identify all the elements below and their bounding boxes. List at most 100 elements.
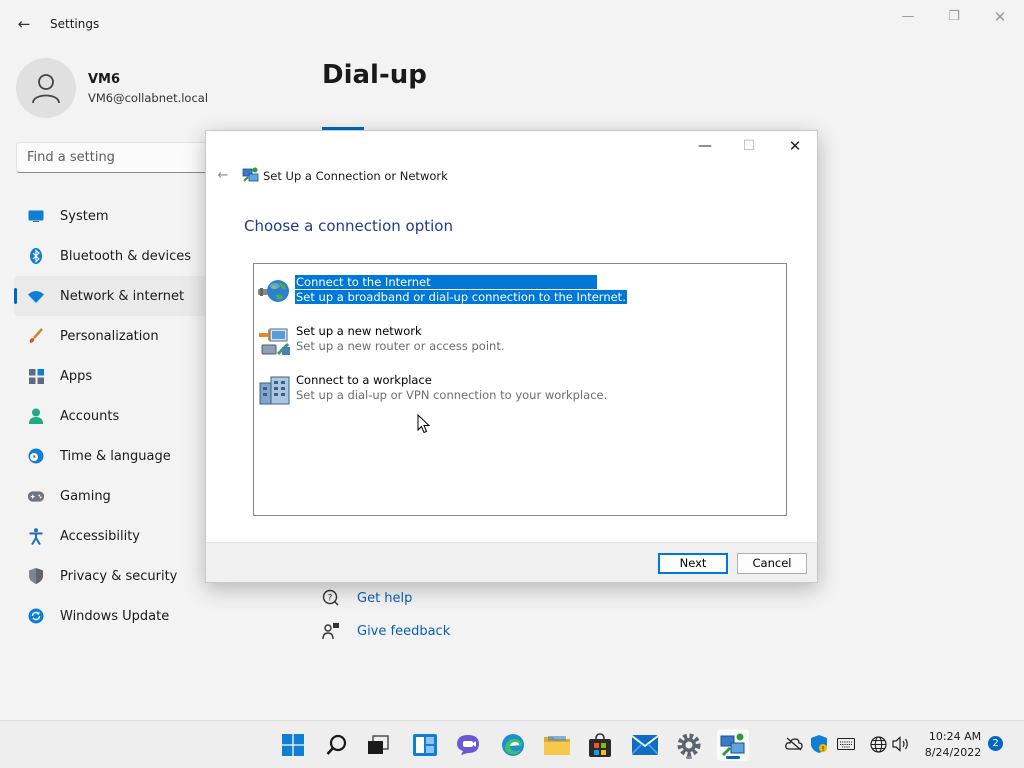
cancel-button[interactable]: Cancel — [737, 553, 807, 574]
mail-button[interactable] — [629, 729, 661, 761]
start-icon — [282, 734, 304, 756]
sidebar-item-label: Accessibility — [60, 528, 140, 544]
network-setup-taskbar-button[interactable] — [717, 729, 749, 761]
sidebar-item-windows-update[interactable]: Windows Update — [14, 596, 214, 636]
option-setup-network[interactable]: Set up a new network Set up a new router… — [258, 324, 778, 358]
minimize-button[interactable]: — — [890, 8, 926, 28]
svg-text:!: ! — [822, 745, 825, 753]
give-feedback-label: Give feedback — [357, 623, 451, 639]
get-help-link[interactable]: ? Get help — [322, 589, 412, 607]
chat-button[interactable] — [452, 729, 484, 761]
option-title: Set up a new network — [296, 324, 422, 338]
globe-network-icon — [258, 276, 292, 308]
sidebar-item-label: Network & internet — [60, 288, 185, 304]
edge-button[interactable] — [497, 729, 529, 761]
close-button[interactable]: ✕ — [982, 8, 1018, 28]
dialog-back-button[interactable]: ← — [214, 167, 232, 185]
feedback-icon — [322, 622, 340, 640]
dialog-close-button[interactable]: ✕ — [780, 137, 810, 155]
sidebar-item-label: Time & language — [60, 448, 171, 464]
clock-date[interactable]: 8/24/2022 — [920, 746, 986, 759]
mail-icon — [632, 735, 658, 755]
file-explorer-button[interactable] — [541, 729, 573, 761]
store-icon — [589, 733, 611, 757]
option-description: Set up a dial-up or VPN connection to yo… — [296, 388, 608, 402]
accessibility-icon — [28, 527, 44, 545]
sidebar-item-apps[interactable]: Apps — [14, 356, 214, 396]
security-shield-icon[interactable]: ! — [810, 735, 828, 753]
sidebar-item-network[interactable]: Network & internet — [14, 276, 214, 316]
sidebar-item-system[interactable]: System — [14, 196, 214, 236]
option-connect-workplace[interactable]: Connect to a workplace Set up a dial-up … — [258, 373, 778, 407]
widgets-button[interactable] — [409, 729, 441, 761]
sidebar-item-privacy[interactable]: Privacy & security — [14, 556, 214, 596]
back-button[interactable]: ← — [14, 14, 34, 34]
settings-gear-icon — [677, 733, 701, 757]
settings-button[interactable] — [673, 729, 705, 761]
sidebar-item-accessibility[interactable]: Accessibility — [14, 516, 214, 556]
monitor-icon — [28, 208, 44, 224]
page-title: Dial-up — [322, 60, 427, 90]
search-input[interactable]: Find a setting — [16, 142, 216, 173]
network-setup-icon — [720, 733, 745, 757]
edge-icon — [502, 734, 524, 756]
svg-text:?: ? — [328, 594, 333, 604]
active-indicator — [726, 756, 740, 759]
setup-connection-dialog: — ☐ ✕ ← Set Up a Connection or Network C… — [205, 130, 818, 583]
option-connect-internet[interactable]: Connect to the Internet Set up a broadba… — [258, 275, 778, 309]
sidebar-item-gaming[interactable]: Gaming — [14, 476, 214, 516]
get-help-label: Get help — [357, 590, 413, 606]
apps-icon — [28, 368, 44, 384]
sidebar-item-accounts[interactable]: Accounts — [14, 396, 214, 436]
sidebar-item-label: Gaming — [60, 488, 111, 504]
sidebar-item-label: Accounts — [60, 408, 120, 424]
onedrive-offline-icon[interactable] — [785, 735, 803, 753]
update-icon — [28, 608, 44, 624]
next-button[interactable]: Next — [658, 553, 728, 574]
task-view-icon — [368, 735, 389, 754]
sidebar-item-label: Apps — [60, 368, 93, 384]
user-name: VM6 — [88, 72, 121, 87]
file-explorer-icon — [544, 736, 570, 755]
sidebar-item-bluetooth[interactable]: Bluetooth & devices — [14, 236, 214, 276]
volume-icon[interactable] — [892, 735, 910, 753]
network-globe-icon[interactable] — [869, 735, 887, 753]
gamepad-icon — [28, 488, 44, 504]
bluetooth-icon — [28, 248, 44, 264]
dialog-heading: Choose a connection option — [244, 217, 453, 235]
give-feedback-link[interactable]: Give feedback — [322, 622, 450, 640]
sidebar-nav: System Bluetooth & devices Network & int… — [14, 196, 214, 636]
wifi-icon — [28, 288, 44, 304]
keyboard-icon[interactable] — [837, 735, 855, 753]
sidebar-item-personalization[interactable]: Personalization — [14, 316, 214, 356]
option-description: Set up a new router or access point. — [296, 339, 505, 353]
notification-badge[interactable]: 2 — [988, 736, 1003, 751]
sidebar-item-label: Windows Update — [60, 608, 170, 624]
sidebar-item-label: Privacy & security — [60, 568, 178, 584]
clock-time[interactable]: 10:24 AM — [926, 730, 984, 743]
dialog-title: Set Up a Connection or Network — [263, 169, 448, 183]
option-description: Set up a broadband or dial-up connection… — [295, 290, 627, 304]
person-icon — [28, 408, 44, 424]
brush-icon — [28, 328, 44, 344]
running-indicator — [686, 756, 692, 759]
sidebar-item-label: System — [60, 208, 109, 224]
app-title: Settings — [50, 17, 100, 31]
widgets-icon — [413, 734, 437, 756]
person-icon — [32, 74, 60, 104]
taskbar-search-button[interactable] — [321, 729, 353, 761]
sidebar-item-time-language[interactable]: Time & language — [14, 436, 214, 476]
dialog-maximize-button: ☐ — [742, 138, 756, 154]
task-view-button[interactable] — [362, 729, 394, 761]
title-bar: ← Settings — ❐ ✕ — [0, 0, 1024, 48]
shield-icon — [28, 568, 44, 584]
maximize-button[interactable]: ❐ — [936, 8, 972, 28]
avatar[interactable] — [16, 58, 76, 118]
start-button[interactable] — [277, 729, 309, 761]
sidebar-item-label: Personalization — [60, 328, 159, 344]
chat-icon — [457, 735, 479, 755]
user-email: VM6@collabnet.local — [88, 91, 209, 105]
dialog-minimize-button[interactable]: — — [690, 137, 720, 155]
store-button[interactable] — [584, 729, 616, 761]
option-title: Connect to the Internet — [295, 275, 597, 289]
